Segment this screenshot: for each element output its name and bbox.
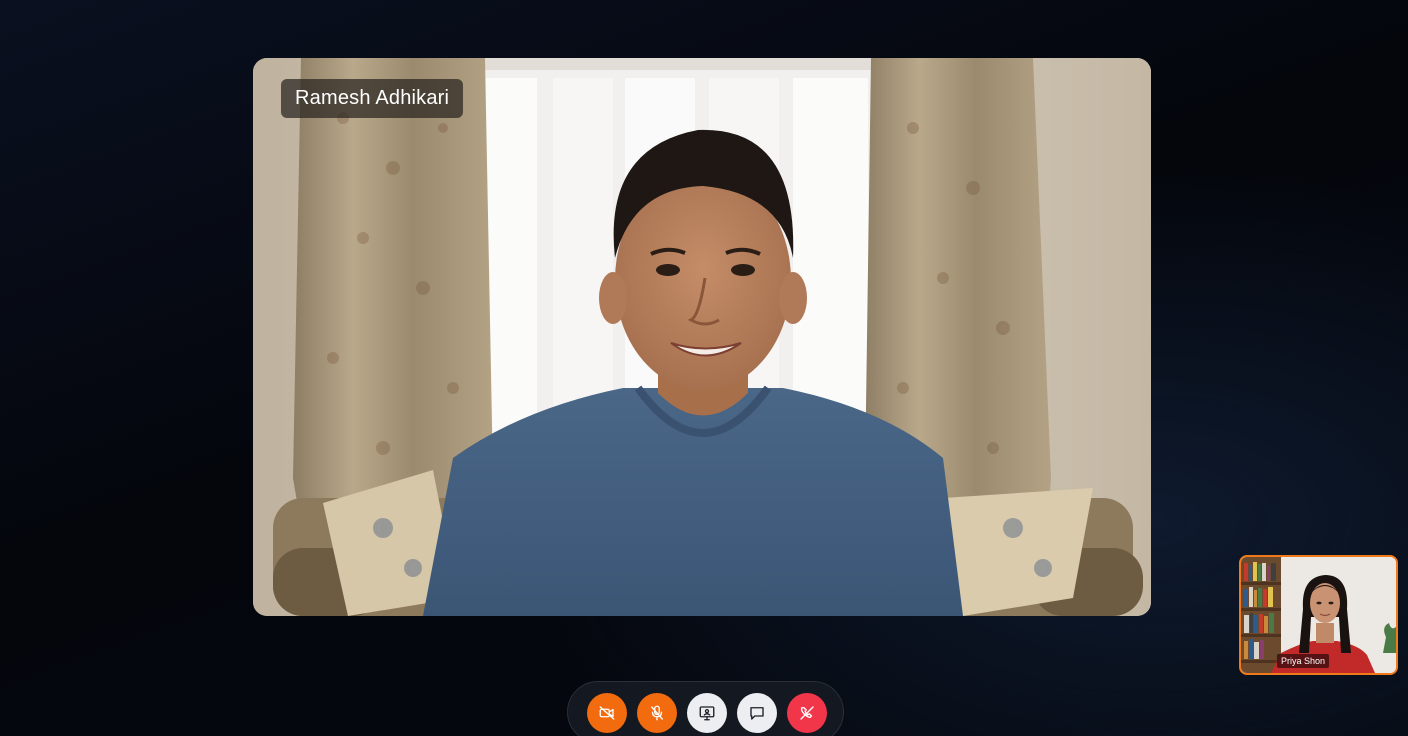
screen-share-icon [699, 706, 715, 721]
self-view-tile[interactable]: Priya Shon [1239, 555, 1398, 675]
chat-icon [750, 707, 764, 720]
mic-off-icon [651, 705, 663, 721]
self-name-tag: Priya Shon [1277, 654, 1330, 668]
toggle-camera-button[interactable] [587, 693, 627, 733]
call-control-bar [567, 681, 844, 736]
main-video-tile[interactable]: Ramesh Adhikari [253, 58, 1151, 616]
end-call-button[interactable] [787, 693, 827, 733]
main-video-feed [253, 58, 1151, 616]
share-screen-button[interactable] [687, 693, 727, 733]
toggle-microphone-button[interactable] [637, 693, 677, 733]
phone-hangup-icon [800, 706, 814, 720]
video-off-icon [599, 706, 615, 720]
chat-button[interactable] [737, 693, 777, 733]
participant-name-tag: Ramesh Adhikari [281, 79, 464, 118]
